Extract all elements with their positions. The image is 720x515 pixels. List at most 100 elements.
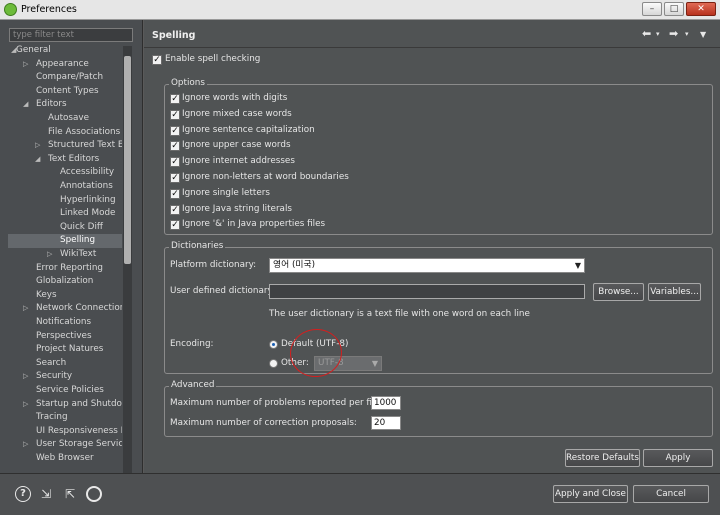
back-arrow-icon[interactable]: ⬅ xyxy=(642,27,651,40)
user-dictionary-input[interactable] xyxy=(269,284,585,299)
settings-icon[interactable] xyxy=(86,486,102,502)
expand-arrow-icon[interactable]: ▷ xyxy=(23,370,28,383)
tree-item[interactable]: Web Browser xyxy=(8,452,122,462)
expand-arrow-icon[interactable]: ▷ xyxy=(23,302,28,315)
default-encoding-radio[interactable] xyxy=(269,340,278,349)
restore-defaults-button[interactable]: Restore Defaults xyxy=(565,449,640,467)
tree-item[interactable]: Hyperlinking xyxy=(8,194,122,208)
back-menu-chevron-icon[interactable]: ▾ xyxy=(656,30,660,38)
tree-item-label: Web Browser xyxy=(36,453,94,462)
apply-and-close-button[interactable]: Apply and Close xyxy=(553,485,628,503)
option-checkbox[interactable]: ✓ xyxy=(170,125,180,136)
tree-item[interactable]: Autosave xyxy=(8,112,122,126)
tree-item-label: Keys xyxy=(36,289,57,300)
expand-arrow-icon[interactable]: ▷ xyxy=(35,139,40,152)
tree-item[interactable]: ▷ Network Connection xyxy=(8,302,122,316)
option-checkbox[interactable]: ✓ xyxy=(170,94,180,104)
user-dictionary-label: User defined dictionary: xyxy=(170,286,276,296)
tree-item[interactable]: Error Reporting xyxy=(8,262,122,276)
help-icon[interactable]: ? xyxy=(15,486,31,502)
tree-item[interactable]: Quick Diff xyxy=(8,221,122,235)
tree-item[interactable]: ▷ Appearance xyxy=(8,58,122,72)
platform-dictionary-label: Platform dictionary: xyxy=(170,260,257,270)
tree-item[interactable]: ▷ Security xyxy=(8,370,122,384)
expand-arrow-icon[interactable]: ▷ xyxy=(47,248,52,261)
option-checkbox[interactable]: ✓ xyxy=(170,173,180,183)
tree-item[interactable]: ▷ Structured Text Ec xyxy=(8,139,122,153)
max-problems-input[interactable]: 1000 xyxy=(371,396,401,410)
forward-menu-chevron-icon[interactable]: ▾ xyxy=(685,30,689,38)
tree-item[interactable]: Notifications xyxy=(8,316,122,330)
enable-spellcheck-label: Enable spell checking xyxy=(165,54,261,64)
tree-item[interactable]: Compare/Patch xyxy=(8,71,122,85)
window-title: Preferences xyxy=(21,4,77,15)
forward-arrow-icon[interactable]: ➡ xyxy=(669,27,678,40)
collapse-arrow-icon[interactable]: ◢ xyxy=(35,153,40,166)
tree-vertical-scrollbar[interactable] xyxy=(123,46,132,476)
option-checkbox[interactable]: ✓ xyxy=(170,157,180,168)
expand-arrow-icon[interactable]: ▷ xyxy=(23,398,28,411)
tree-item-label: Linked Mode xyxy=(60,208,116,219)
import-icon[interactable]: ⇲ xyxy=(38,486,54,502)
tree-item-label: Tracing xyxy=(36,412,68,423)
collapse-arrow-icon[interactable]: ◢ xyxy=(23,98,28,111)
close-window-button[interactable]: ✕ xyxy=(686,2,716,16)
tree-item[interactable]: ◢ General xyxy=(8,44,122,58)
maximize-button[interactable]: □ xyxy=(664,2,684,16)
tree-item-label: Error Reporting xyxy=(36,262,104,273)
tree-item[interactable]: Project Natures xyxy=(8,343,122,357)
option-checkbox[interactable]: ✓ xyxy=(170,141,180,152)
expand-arrow-icon[interactable]: ▷ xyxy=(23,58,28,71)
tree-item[interactable]: Perspectives xyxy=(8,330,122,344)
cancel-button[interactable]: Cancel xyxy=(633,485,709,503)
scrollbar-thumb[interactable] xyxy=(124,56,131,264)
apply-button[interactable]: Apply xyxy=(643,449,713,467)
tree-item[interactable]: Spelling xyxy=(8,234,122,248)
filter-input[interactable]: type filter text xyxy=(9,28,133,42)
tree-item-label: Network Connection xyxy=(36,303,122,314)
tree-item[interactable]: Accessibility xyxy=(8,166,122,180)
platform-dictionary-select[interactable]: 영어 (미국) ▼ xyxy=(269,258,585,273)
enable-spellcheck-checkbox[interactable]: ✓ xyxy=(152,55,162,65)
tree-item-label: Editors xyxy=(36,99,67,110)
chevron-down-icon: ▼ xyxy=(574,261,581,270)
export-icon[interactable]: ⇱ xyxy=(62,486,78,502)
variables-button[interactable]: Variables... xyxy=(648,283,701,301)
tree-item[interactable]: Search xyxy=(8,357,122,371)
tree-item[interactable]: ◢ Text Editors xyxy=(8,153,122,167)
tree-item[interactable]: UI Responsiveness M xyxy=(8,425,122,439)
option-checkbox[interactable]: ✓ xyxy=(170,188,180,199)
option-checkbox[interactable]: ✓ xyxy=(170,220,180,231)
tree-item[interactable]: ▷ Startup and Shutdov xyxy=(8,398,122,412)
option-label: Ignore single letters xyxy=(182,187,270,198)
minimize-button[interactable]: – xyxy=(642,2,662,16)
tree-item[interactable]: Tracing xyxy=(8,411,122,425)
option-checkbox[interactable]: ✓ xyxy=(170,204,180,215)
header-divider xyxy=(144,47,720,48)
tree-item-label: Globalization xyxy=(36,276,94,287)
tree-item[interactable]: ▷ WikiText xyxy=(8,248,122,262)
tree-item[interactable]: Annotations xyxy=(8,180,122,194)
tree-item[interactable]: File Associations xyxy=(8,126,122,140)
tree-item-label: WikiText xyxy=(60,249,97,259)
preferences-tree-pane: type filter text ◢ General ▷ Appearance Comp… xyxy=(0,20,143,489)
expand-arrow-icon[interactable]: ▷ xyxy=(23,438,28,451)
option-label: Ignore '&' in Java properties files xyxy=(182,219,326,230)
eclipse-app-icon xyxy=(4,3,17,16)
view-menu-icon[interactable]: ▼ xyxy=(700,30,706,39)
tree-item-label: Notifications xyxy=(36,317,92,327)
tree-item[interactable]: ▷ User Storage Service xyxy=(8,438,122,452)
browse-button[interactable]: Browse... xyxy=(593,283,644,301)
tree-item[interactable]: Keys xyxy=(8,289,122,303)
option-label: Ignore internet addresses xyxy=(182,156,295,167)
tree-item-label: Accessibility xyxy=(60,167,115,178)
tree-item[interactable]: Content Types xyxy=(8,85,122,99)
other-encoding-radio[interactable] xyxy=(269,359,278,368)
tree-item-label: Text Editors xyxy=(48,153,100,164)
tree-item[interactable]: Service Policies xyxy=(8,384,122,398)
tree-item[interactable]: Linked Mode xyxy=(8,207,122,221)
tree-item[interactable]: Globalization xyxy=(8,275,122,289)
tree-item[interactable]: ◢ Editors xyxy=(8,98,122,112)
option-checkbox[interactable]: ✓ xyxy=(170,109,180,120)
max-proposals-input[interactable]: 20 xyxy=(371,416,401,430)
